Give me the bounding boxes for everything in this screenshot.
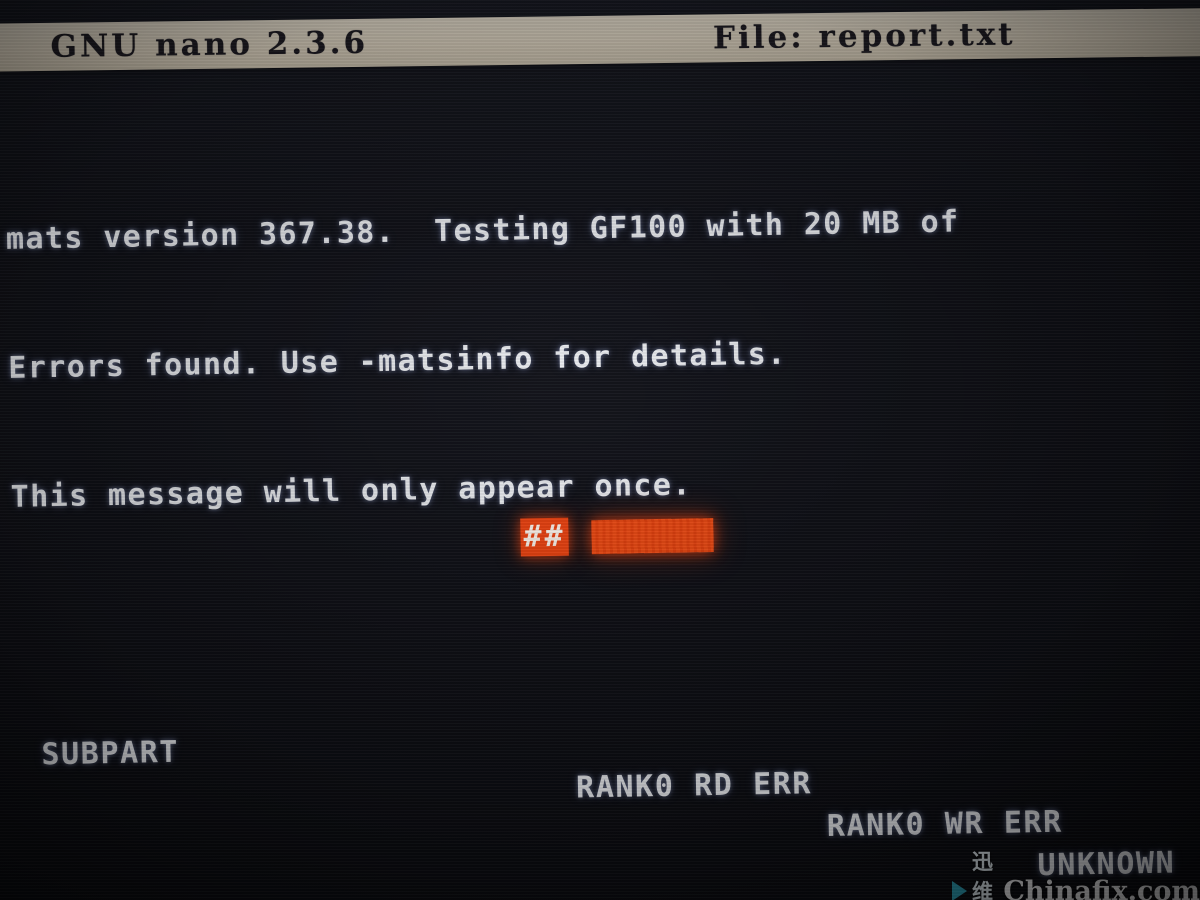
play-triangle-icon — [952, 881, 967, 900]
nano-version-label: GNU nano 2.3.6 — [50, 24, 369, 65]
mats-version-line: mats version 367.38. Testing GF100 with … — [5, 204, 960, 257]
table-header-row: SUBPART RANK0 RD ERR RANK0 WR ERR UNKNOW… — [14, 668, 1200, 883]
watermark: 迅维网 Chinafix.com — [952, 846, 1200, 900]
nano-titlebar: GNU nano 2.3.6 File: report.txt — [0, 7, 1200, 72]
header-rank0-rd-err: RANK0 RD ERR — [575, 766, 813, 806]
errors-found-line: Errors found. Use -matsinfo for details. — [8, 336, 788, 386]
watermark-site-label: Chinafix.com — [1003, 875, 1200, 900]
terminal-screen: GNU nano 2.3.6 File: report.txt mats ver… — [0, 0, 1200, 900]
header-rank0-wr-err: RANK0 WR ERR — [826, 804, 1064, 844]
selection-hash-marker[interactable]: ## — [520, 517, 570, 557]
selection-highlight-block[interactable] — [591, 517, 714, 555]
monitor-photograph: GNU nano 2.3.6 File: report.txt mats ver… — [0, 0, 1200, 900]
terminal-body[interactable]: mats version 367.38. Testing GF100 with … — [3, 66, 1200, 900]
watermark-chinese-label: 迅维网 — [972, 850, 993, 900]
once-message-line: This message will only appear once. — [10, 467, 693, 515]
nano-filename-label: File: report.txt — [712, 16, 1016, 57]
header-subpart: SUBPART — [41, 734, 180, 773]
